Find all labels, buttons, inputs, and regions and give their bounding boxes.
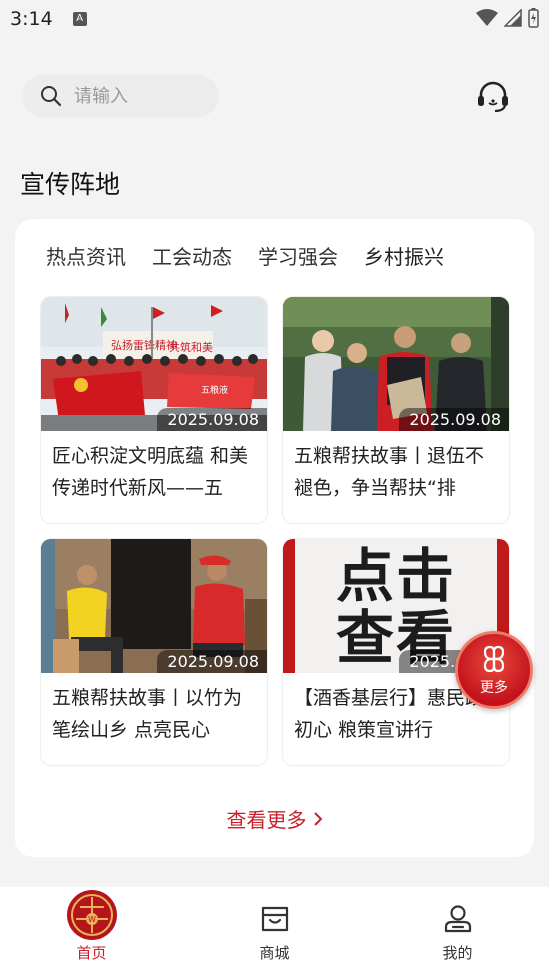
svg-text:五粮液: 五粮液 bbox=[201, 384, 228, 396]
section-title: 宣传阵地 bbox=[20, 170, 121, 199]
user-icon bbox=[444, 905, 471, 933]
nav-home[interactable]: W 首页 bbox=[0, 887, 183, 977]
nav-store[interactable]: 商城 bbox=[183, 887, 366, 977]
more-float-label: 更多 bbox=[480, 679, 508, 696]
notification-icon: A bbox=[72, 12, 87, 26]
news-date: 2025.09.08 bbox=[157, 650, 267, 673]
chevron-right-icon bbox=[313, 811, 322, 826]
status-bar: 3:14 A bbox=[0, 0, 549, 38]
status-time: 3:14 bbox=[10, 8, 53, 30]
svg-text:弘扬雷锋精神: 弘扬雷锋精神 bbox=[111, 338, 177, 352]
tab-rural-revitalization[interactable]: 乡村振兴 bbox=[364, 241, 444, 274]
bottom-nav: W 首页 商城 我的 bbox=[0, 887, 549, 977]
news-date: 2025.09.08 bbox=[399, 408, 509, 431]
svg-text:W: W bbox=[88, 915, 96, 924]
signal-icon bbox=[504, 9, 522, 27]
news-title: 匠心积淀文明底蕴 和美传递时代新风——五 bbox=[52, 445, 249, 499]
search-bar[interactable] bbox=[22, 75, 219, 117]
home-logo-icon: W bbox=[66, 890, 117, 940]
battery-icon bbox=[528, 8, 539, 28]
search-input[interactable] bbox=[74, 85, 194, 107]
view-more-label: 查看更多 bbox=[226, 808, 307, 832]
customer-service-icon[interactable] bbox=[475, 79, 511, 115]
news-image: 2025.09.08 bbox=[41, 539, 267, 673]
tab-union-news[interactable]: 工会动态 bbox=[152, 241, 232, 274]
nav-profile-label: 我的 bbox=[442, 944, 473, 962]
svg-text:共筑和美: 共筑和美 bbox=[169, 340, 213, 354]
news-image: 弘扬雷锋精神 共筑和美 五粮液 2025.09.08 bbox=[41, 297, 267, 431]
news-tabs: 热点资讯 工会动态 学习强会 乡村振兴 bbox=[46, 241, 444, 274]
news-item[interactable]: 弘扬雷锋精神 共筑和美 五粮液 2025.09.08 匠心积淀文明底蕴 和美传递… bbox=[41, 297, 267, 523]
news-image: 2025.09.08 bbox=[283, 297, 509, 431]
tab-hot-news[interactable]: 热点资讯 bbox=[46, 241, 126, 274]
news-card: 热点资讯 工会动态 学习强会 乡村振兴 弘扬雷锋精神 共筑和美 五粮液 2025… bbox=[15, 219, 534, 857]
news-title: 五粮帮扶故事丨以竹为笔绘山乡 点亮民心 bbox=[52, 687, 243, 741]
news-item[interactable]: 2025.09.08 五粮帮扶故事丨以竹为笔绘山乡 点亮民心 bbox=[41, 539, 267, 765]
nav-home-label: 首页 bbox=[76, 944, 107, 962]
status-icons bbox=[476, 8, 539, 28]
tab-study[interactable]: 学习强会 bbox=[258, 241, 338, 274]
store-icon bbox=[261, 906, 288, 932]
clover-icon bbox=[483, 645, 505, 672]
more-float-button[interactable]: 更多 bbox=[455, 631, 533, 709]
news-title: 五粮帮扶故事丨退伍不褪色，争当帮扶“排 bbox=[294, 445, 485, 499]
news-item[interactable]: 2025.09.08 五粮帮扶故事丨退伍不褪色，争当帮扶“排 bbox=[283, 297, 509, 523]
nav-profile[interactable]: 我的 bbox=[366, 887, 549, 977]
view-more-link[interactable]: 查看更多 bbox=[15, 804, 534, 833]
nav-store-label: 商城 bbox=[259, 944, 290, 962]
wifi-icon bbox=[476, 9, 498, 26]
search-icon bbox=[41, 86, 62, 107]
news-date: 2025.09.08 bbox=[157, 408, 267, 431]
